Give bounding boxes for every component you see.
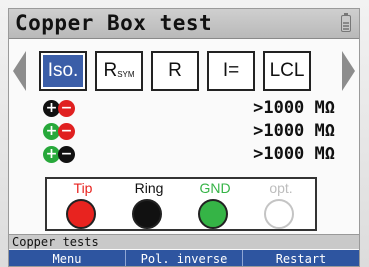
battery-icon bbox=[341, 13, 351, 32]
terminal-ring: Ring bbox=[123, 179, 175, 231]
status-bar: Copper tests bbox=[9, 234, 359, 249]
polarity-pair-icon: + − bbox=[43, 121, 87, 143]
scroll-right-arrow-icon[interactable] bbox=[342, 51, 355, 91]
terminal-ring-label: Ring bbox=[134, 180, 164, 196]
page-title: Copper Box test bbox=[15, 11, 213, 35]
polarity-inverse-button[interactable]: Pol. inverse bbox=[126, 250, 243, 266]
tab-r-sym-subscript: SYM bbox=[117, 70, 135, 79]
measurement-value: >1000 MΩ bbox=[253, 144, 335, 164]
measurement-row: + − >1000 MΩ bbox=[43, 144, 341, 166]
polarity-pair-icon: + − bbox=[43, 144, 87, 166]
tab-r[interactable]: R bbox=[151, 51, 199, 91]
polarity-pair-icon: + − bbox=[43, 98, 87, 120]
tab-lcl-label: LCL bbox=[269, 60, 305, 81]
tab-r-label: R bbox=[168, 60, 182, 81]
title-bar: Copper Box test bbox=[9, 9, 359, 39]
terminal-panel: Tip Ring GND opt. bbox=[45, 177, 317, 231]
device-bezel: Copper Box test Iso. R SYM R I= LCL + − >… bbox=[0, 0, 369, 267]
measurement-value: >1000 MΩ bbox=[253, 98, 335, 118]
terminal-gnd-circle-icon bbox=[198, 199, 228, 229]
terminal-ring-circle-icon bbox=[132, 199, 162, 229]
terminal-tip-circle-icon bbox=[66, 199, 96, 229]
minus-terminal-icon: − bbox=[58, 100, 75, 117]
terminal-tip-label: Tip bbox=[73, 180, 93, 196]
measurement-row: + − >1000 MΩ bbox=[43, 121, 341, 143]
terminal-opt-circle-icon bbox=[264, 199, 294, 229]
restart-button[interactable]: Restart bbox=[243, 250, 359, 266]
terminal-opt-label: opt. bbox=[269, 180, 293, 196]
tab-r-sym[interactable]: R SYM bbox=[95, 51, 143, 91]
terminal-gnd-label: GND bbox=[199, 180, 231, 196]
terminal-tip: Tip bbox=[57, 179, 109, 231]
tab-lcl[interactable]: LCL bbox=[263, 51, 311, 91]
tab-current[interactable]: I= bbox=[207, 51, 255, 91]
terminal-gnd: GND bbox=[189, 179, 241, 231]
scroll-left-arrow-icon[interactable] bbox=[13, 51, 26, 91]
measurement-row: + − >1000 MΩ bbox=[43, 98, 341, 120]
tab-iso-label: Iso. bbox=[47, 60, 79, 81]
measurement-value: >1000 MΩ bbox=[253, 121, 335, 141]
menu-button[interactable]: Menu bbox=[9, 250, 126, 266]
minus-terminal-icon: − bbox=[58, 123, 75, 140]
terminal-opt: opt. bbox=[255, 179, 307, 231]
minus-terminal-icon: − bbox=[58, 146, 75, 163]
softkey-bar: Menu Pol. inverse Restart bbox=[9, 250, 359, 266]
tab-iso[interactable]: Iso. bbox=[39, 51, 87, 91]
screen: Copper Box test Iso. R SYM R I= LCL + − >… bbox=[8, 8, 360, 267]
tab-r-sym-label: R bbox=[103, 60, 118, 81]
tab-current-label: I= bbox=[222, 60, 240, 81]
